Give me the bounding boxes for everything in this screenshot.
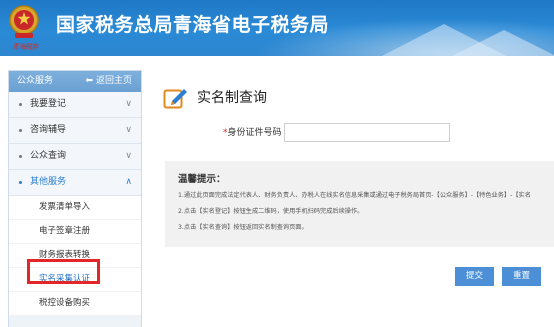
tax-emblem-icon (9, 5, 39, 38)
back-arrow-icon: ⬅ (85, 76, 93, 86)
sidebar-heading: 公众服务 (17, 76, 54, 86)
sidebar-item-consulting[interactable]: 咨询辅导 ∨ (9, 118, 141, 144)
bullet-icon (19, 103, 22, 106)
chevron-down-icon: ∨ (125, 99, 132, 109)
sidebar: 公众服务 ⬅ 返回主页 我要登记 ∨ 咨询辅导 ∨ 公众查询 ∨ 其他服务 ∧ … (8, 70, 142, 327)
bullet-icon (19, 155, 22, 158)
id-number-label-text: 身份证件号码 (227, 128, 282, 138)
back-home-label: 返回主页 (95, 76, 132, 86)
tip-line: 1.通过此页面完成法定代表人、财务负责人、办税人在线实名信息采集或通过电子税务局… (178, 192, 531, 199)
sidebar-header: 公众服务 ⬅ 返回主页 (9, 71, 141, 92)
sidebar-item-label: 公众查询 (30, 151, 67, 161)
reset-button[interactable]: 重置 (502, 267, 541, 286)
header-mountain-decoration-2 (444, 30, 554, 56)
site-title: 国家税务总局青海省电子税务局 (56, 14, 330, 36)
submit-button[interactable]: 提交 (455, 267, 494, 286)
chevron-down-icon: ∨ (125, 151, 132, 161)
emblem-caption: 青海税务 (12, 43, 39, 51)
edit-icon (163, 89, 187, 109)
sidebar-subitem-invoice-import[interactable]: 发票清单导入 (9, 196, 141, 220)
highlight-annotation-box (27, 259, 100, 284)
chevron-up-icon: ∧ (125, 177, 132, 187)
site-header: 青海税务 国家税务总局青海省电子税务局 (0, 0, 554, 56)
tips-panel: 温馨提示： 1.通过此页面完成法定代表人、财务负责人、办税人在线实名信息采集或通… (165, 161, 554, 247)
id-number-label: *身份证件号码 (223, 126, 282, 140)
chevron-down-icon: ∨ (125, 125, 132, 135)
back-home-link[interactable]: ⬅ 返回主页 (85, 71, 132, 92)
tip-line: 3.点击【实名查询】按钮返回实名制查询页面。 (178, 224, 308, 231)
sidebar-item-other-services[interactable]: 其他服务 ∧ (9, 170, 141, 196)
sidebar-item-registration[interactable]: 我要登记 ∨ (9, 92, 141, 118)
sidebar-item-label: 我要登记 (30, 99, 67, 109)
bullet-icon (19, 181, 22, 184)
sidebar-item-label: 其他服务 (30, 177, 67, 187)
tip-line: 2.点击【实名登记】按钮生成二维码，使用手机扫码完成后续操作。 (178, 208, 364, 215)
sidebar-subitem-tax-device-purchase[interactable]: 税控设备购买 (9, 292, 141, 316)
page-title: 实名制查询 (197, 90, 267, 106)
sidebar-item-label: 咨询辅导 (30, 125, 67, 135)
tips-title: 温馨提示： (178, 174, 226, 185)
bullet-icon (19, 129, 22, 132)
sidebar-subitem-e-signature[interactable]: 电子签章注册 (9, 220, 141, 244)
sidebar-item-public-query[interactable]: 公众查询 ∨ (9, 144, 141, 170)
id-number-input[interactable] (284, 123, 450, 142)
